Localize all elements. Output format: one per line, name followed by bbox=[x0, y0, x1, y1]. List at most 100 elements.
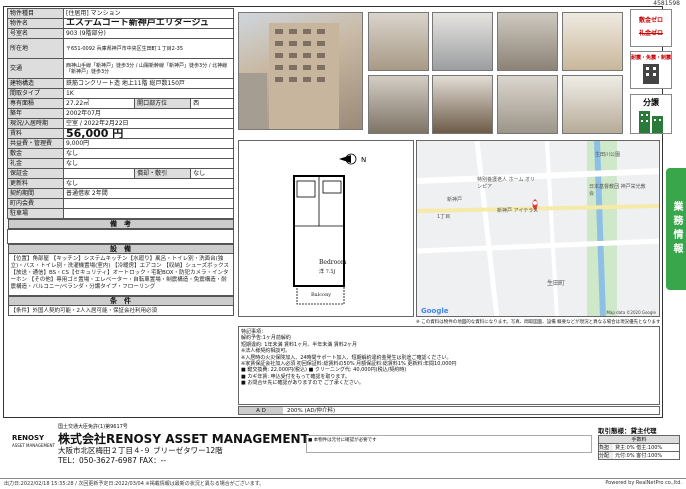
spec-label: 敷金 bbox=[7, 148, 64, 159]
interior-photo-1[interactable] bbox=[368, 12, 429, 71]
ad-row: A D 200% (AD/仲介料) bbox=[238, 406, 660, 415]
map-label-shinkobe: 新神戸 bbox=[447, 197, 463, 203]
spec-row: 交通 西神山手線「新神戸」徒歩3分 / 山陽新幹線「新神戸」徒歩3分 / 北神線「… bbox=[7, 58, 234, 79]
spec-value: 普通借家 2年間 bbox=[63, 188, 234, 199]
spec-table: 物件種目 [住居用] マンション 物件名 エステムコート新神戸エリタージュ 号室名 903… bbox=[7, 8, 234, 316]
interior-photo-6[interactable] bbox=[432, 75, 493, 134]
spec-value: 27.22㎡ bbox=[62, 98, 136, 109]
spec-row: 賃料 56,000 円 bbox=[7, 128, 234, 139]
spec-label: 共益費・管理費 bbox=[7, 138, 64, 149]
spec-row: 専有面積 27.22㎡ 開口部方位西 bbox=[7, 98, 234, 109]
map-caption: ※ この資料は物件の地図的な資料になります。写真、間取図面、設備 概要などが現況… bbox=[416, 320, 660, 325]
interior-photo-5[interactable] bbox=[368, 75, 429, 134]
google-logo: Google bbox=[421, 307, 449, 315]
spec-value bbox=[62, 168, 136, 179]
interior-photo-3[interactable] bbox=[497, 12, 558, 71]
mid-note: ■ 本物件は元付に確認が必要です bbox=[306, 435, 592, 453]
spec-value: 鉄筋コンクリート造 地上11階 総戸数150戸 bbox=[63, 78, 234, 89]
condo-icon bbox=[639, 111, 663, 133]
spec-label: 交通 bbox=[7, 58, 64, 79]
floorplan-drawing: N bbox=[293, 153, 366, 305]
conditions-header: 条 件 bbox=[7, 296, 234, 306]
interior-photo-4[interactable] bbox=[562, 12, 623, 71]
facilities-text: 【位置】角部屋 【キッチン】システムキッチン【水廻り】風呂・トイレ別・洗面台(独… bbox=[7, 254, 234, 296]
bedroom-size: 洋 7.5J bbox=[319, 269, 336, 275]
badge-condo: 分譲 bbox=[630, 94, 672, 134]
footer-output-date: 出力日:2022/02/18 15:35:28 / 次回更新予定日:2022/0… bbox=[4, 481, 265, 487]
map-panel[interactable]: 新神戸 生田町 日本基督教団 神戸栄光教会 特別養護老人 ホーム オリンピア 新… bbox=[416, 140, 660, 317]
spec-label: 物件名 bbox=[7, 18, 64, 29]
spec-row: 建物構造 鉄筋コンクリート造 地上11階 総戸数150戸 bbox=[7, 78, 234, 89]
spec-label: 所在地 bbox=[7, 38, 64, 59]
spec-label: 保証金 bbox=[7, 168, 64, 179]
map-attribution: Map data ©2020 Google bbox=[606, 310, 656, 315]
spec-row: 物件名 エステムコート新神戸エリタージュ bbox=[7, 18, 234, 29]
fee-row-split: 分配 元付:0% 客付:100% bbox=[598, 452, 680, 460]
compass-icon: N bbox=[339, 153, 366, 165]
spec-row: 号室名 903 (9階部分) bbox=[7, 28, 234, 39]
fee-header: 手数料 bbox=[598, 435, 680, 444]
spec-value: 〒651-0092 兵庫県神戸市中央区生田町１丁目2-35 bbox=[63, 38, 234, 59]
remarks-header: 備 考 bbox=[7, 219, 234, 229]
spec-value: なし bbox=[63, 178, 234, 189]
company-license: 国土交通大臣免許(1)第9617号 bbox=[58, 424, 128, 430]
fee-row-burden: 負担 貸主:0% 借主:100% bbox=[598, 444, 680, 452]
ad-value: 200% (AD/仲介料) bbox=[287, 408, 336, 414]
map-label-church: 日本基督教団 神戸栄光教会 bbox=[589, 184, 646, 197]
building-photo[interactable] bbox=[238, 12, 363, 130]
spec-value: 西 bbox=[190, 98, 234, 109]
spec-label: 専有面積 bbox=[7, 98, 64, 109]
spec-value: なし bbox=[63, 158, 234, 169]
spec-value: 903 (9階部分) bbox=[63, 28, 234, 39]
business-info-button[interactable]: 業務情報 bbox=[666, 168, 686, 290]
spec-value: 2002年07月 bbox=[63, 108, 234, 119]
spec-value: [住居用] マンション bbox=[63, 8, 234, 19]
footer: 出力日:2022/02/18 15:35:28 / 次回更新予定日:2022/0… bbox=[0, 478, 686, 489]
footer-powered-by: Powered by RealNetPro co.,ltd. bbox=[605, 480, 682, 486]
spec-row: 町内会費 bbox=[7, 198, 234, 209]
interior-photo-2[interactable] bbox=[432, 12, 493, 71]
building-icon bbox=[643, 64, 659, 84]
notes-panel: 特記事項： 解約予告:1ヶ月前解約 短期違約: 1年未満 賃料1ヶ月、半年未満 … bbox=[238, 326, 660, 405]
spec-label: 更新料 bbox=[7, 178, 64, 189]
interior-photo-8[interactable] bbox=[562, 75, 623, 134]
company-block: RENOSY ASSET MANAGEMENT 国土交通大臣免許(1)第9617… bbox=[6, 424, 309, 465]
interior-photo-7[interactable] bbox=[497, 75, 558, 134]
spec-value: 西神山手線「新神戸」徒歩3分 / 山陽新幹線「新神戸」徒歩3分 / 北神線「新神… bbox=[63, 58, 234, 79]
map-label-iterasu: 新神戸 アイテラス bbox=[497, 208, 539, 214]
spec-label: 町内会費 bbox=[7, 198, 64, 209]
spec-label: 間取タイプ bbox=[7, 88, 64, 99]
spec-row: 更新料 なし bbox=[7, 178, 234, 189]
spec-row: 物件種目 [住居用] マンション bbox=[7, 8, 234, 19]
spec-label: 礼金 bbox=[7, 158, 64, 169]
spec-row: 契約期間 普通借家 2年間 bbox=[7, 188, 234, 199]
building-photo-svg bbox=[239, 23, 339, 129]
spec-value: 9,000円 bbox=[63, 138, 234, 149]
spec-label: 物件種目 bbox=[7, 8, 64, 19]
spec-row: 礼金 なし bbox=[7, 158, 234, 169]
spec-label: 建物構造 bbox=[7, 78, 64, 89]
spec-label: 築年 bbox=[7, 108, 64, 119]
company-tel: TEL：050-3627-6987 FAX：-- bbox=[58, 456, 167, 465]
company-logo: RENOSY ASSET MANAGEMENT bbox=[12, 434, 55, 449]
map-label-park: 生田川公園 bbox=[595, 152, 621, 158]
spec-label: 開口部方位 bbox=[134, 98, 192, 109]
spec-value: なし bbox=[63, 148, 234, 159]
spec-value: 空室 / 2022年2月22日 bbox=[63, 118, 234, 129]
ad-label: A D bbox=[239, 407, 283, 414]
badge-zero-deposit: 敷金ゼロ 礼金ゼロ bbox=[630, 9, 672, 47]
spec-row: 敷金 なし bbox=[7, 148, 234, 159]
svg-text:N: N bbox=[361, 156, 366, 164]
spec-row: 間取タイプ 1K bbox=[7, 88, 234, 99]
spec-label: 現況/入居時期 bbox=[7, 118, 64, 129]
spec-label: 号室名 bbox=[7, 28, 64, 39]
trade-block: 取引態様：貸主代理 手数料 負担 貸主:0% 借主:100% 分配 元付:0% 客付… bbox=[598, 425, 680, 460]
spec-value: 56,000 円 bbox=[63, 128, 234, 139]
map-label-nursing-home: 特別養護老人 ホーム オリンピア bbox=[477, 177, 536, 190]
map-label-1chome: 1丁目 bbox=[437, 214, 451, 220]
conditions-text: 【条件】外国人契約可能・2人入居可能・保証会社利用必須 bbox=[7, 306, 234, 316]
balcony-label: Balcony bbox=[311, 292, 332, 298]
map-drawing bbox=[417, 141, 659, 316]
spec-row: 築年 2002年07月 bbox=[7, 108, 234, 119]
spec-value bbox=[63, 208, 234, 219]
